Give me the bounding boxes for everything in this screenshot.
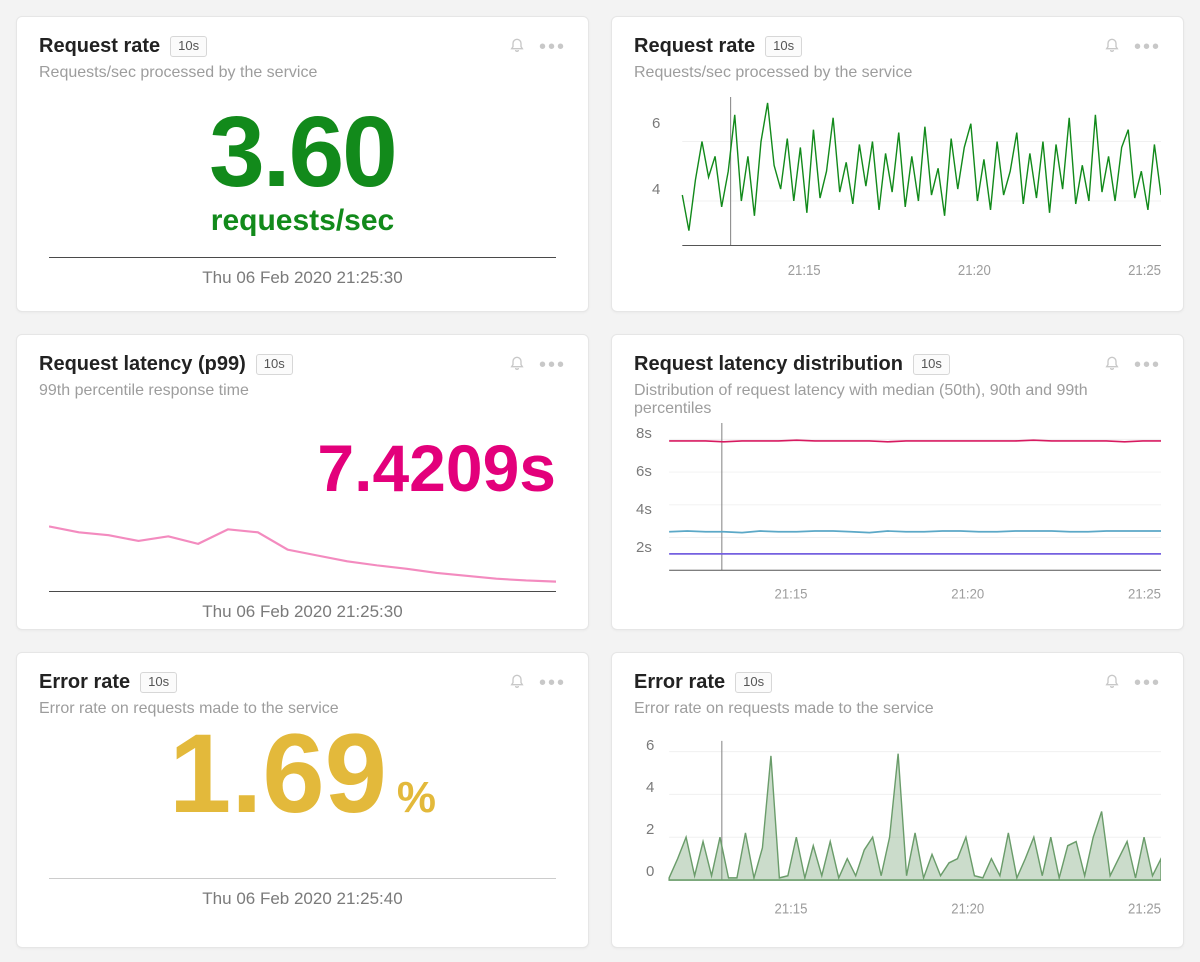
y-tick: 2 — [646, 821, 654, 838]
chart-area[interactable]: 6 4 2 0 21:15 21:20 21:25 — [634, 735, 1161, 931]
big-number: 3.60 — [209, 102, 396, 202]
svg-text:21:20: 21:20 — [951, 900, 984, 917]
svg-text:21:20: 21:20 — [951, 586, 984, 602]
svg-text:21:25: 21:25 — [1128, 261, 1161, 278]
chart-area[interactable]: 6 4 21:15 21:20 21:25 — [634, 97, 1161, 295]
bell-icon[interactable] — [1104, 671, 1120, 694]
y-tick: 4 — [646, 779, 654, 796]
y-tick: 0 — [646, 863, 654, 880]
panel-title: Request latency (p99) — [39, 353, 246, 376]
error-rate-area-chart: 21:15 21:20 21:25 — [634, 735, 1161, 931]
svg-text:21:15: 21:15 — [775, 586, 808, 602]
panel-subtitle: Requests/sec processed by the service — [39, 64, 566, 82]
panel-actions: ••• — [509, 671, 566, 694]
svg-text:21:15: 21:15 — [788, 261, 821, 278]
more-icon[interactable]: ••• — [1134, 37, 1161, 57]
interval-badge[interactable]: 10s — [170, 36, 207, 57]
y-tick: 6s — [636, 463, 652, 480]
interval-badge[interactable]: 10s — [140, 672, 177, 693]
panel-title: Request latency distribution — [634, 353, 903, 376]
timestamp: Thu 06 Feb 2020 21:25:30 — [49, 257, 556, 288]
panel-error-rate-value: Error rate 10s ••• Error rate on request… — [16, 652, 589, 948]
panel-subtitle: Error rate on requests made to the servi… — [634, 700, 1161, 718]
panel-header: Request rate 10s ••• — [39, 35, 566, 58]
panel-subtitle: Requests/sec processed by the service — [634, 64, 1161, 82]
bell-icon[interactable] — [509, 35, 525, 58]
interval-badge[interactable]: 10s — [913, 354, 950, 375]
panel-header: Request latency distribution 10s ••• — [634, 353, 1161, 376]
more-icon[interactable]: ••• — [539, 355, 566, 375]
panel-actions: ••• — [1104, 353, 1161, 376]
timestamp: Thu 06 Feb 2020 21:25:30 — [49, 592, 556, 622]
timestamp: Thu 06 Feb 2020 21:25:40 — [49, 878, 556, 909]
more-icon[interactable]: ••• — [1134, 355, 1161, 375]
more-icon[interactable]: ••• — [539, 37, 566, 57]
y-tick: 6 — [652, 115, 660, 132]
more-icon[interactable]: ••• — [539, 673, 566, 693]
panel-request-rate-value: Request rate 10s ••• Requests/sec proces… — [16, 16, 589, 312]
big-number: 7.4209s — [39, 430, 566, 506]
panel-actions: ••• — [1104, 35, 1161, 58]
y-tick: 2s — [636, 539, 652, 556]
panel-request-rate-chart: Request rate 10s ••• Requests/sec proces… — [611, 16, 1184, 312]
big-number: 1.69 — [169, 718, 387, 830]
panel-subtitle: 99th percentile response time — [39, 382, 566, 400]
dashboard-grid: Request rate 10s ••• Requests/sec proces… — [16, 16, 1184, 948]
panel-latency-p99-value: Request latency (p99) 10s ••• 99th perce… — [16, 334, 589, 630]
more-icon[interactable]: ••• — [1134, 673, 1161, 693]
panel-header: Error rate 10s ••• — [634, 671, 1161, 694]
bell-icon[interactable] — [509, 671, 525, 694]
interval-badge[interactable]: 10s — [735, 672, 772, 693]
big-number-label: requests/sec — [211, 204, 394, 238]
y-tick: 6 — [646, 737, 654, 754]
panel-actions: ••• — [509, 35, 566, 58]
panel-error-rate-chart: Error rate 10s ••• Error rate on request… — [611, 652, 1184, 948]
panel-title: Error rate — [634, 671, 725, 694]
interval-badge[interactable]: 10s — [765, 36, 802, 57]
panel-latency-distribution: Request latency distribution 10s ••• Dis… — [611, 334, 1184, 630]
svg-text:21:25: 21:25 — [1128, 586, 1161, 602]
panel-actions: ••• — [1104, 671, 1161, 694]
svg-text:21:25: 21:25 — [1128, 900, 1161, 917]
panel-header: Request latency (p99) 10s ••• — [39, 353, 566, 376]
bell-icon[interactable] — [509, 353, 525, 376]
chart-area[interactable]: 8s 6s 4s 2s 21:15 21:20 21:25 — [634, 423, 1161, 613]
panel-title: Request rate — [634, 35, 755, 58]
svg-text:21:20: 21:20 — [958, 261, 991, 278]
y-tick: 4s — [636, 501, 652, 518]
panel-header: Error rate 10s ••• — [39, 671, 566, 694]
panel-header: Request rate 10s ••• — [634, 35, 1161, 58]
latency-sparkline — [49, 520, 556, 592]
big-number-wrap: 3.60 requests/sec — [39, 82, 566, 257]
panel-subtitle: Distribution of request latency with med… — [634, 382, 1161, 418]
bell-icon[interactable] — [1104, 353, 1120, 376]
y-tick: 8s — [636, 425, 652, 442]
latency-distribution-chart: 21:15 21:20 21:25 — [634, 423, 1161, 613]
big-number-suffix: % — [397, 773, 436, 823]
bell-icon[interactable] — [1104, 35, 1120, 58]
big-number-wrap: 1.69 % — [39, 718, 566, 878]
interval-badge[interactable]: 10s — [256, 354, 293, 375]
panel-title: Request rate — [39, 35, 160, 58]
panel-title: Error rate — [39, 671, 130, 694]
y-tick: 4 — [652, 181, 660, 198]
svg-text:21:15: 21:15 — [775, 900, 808, 917]
panel-actions: ••• — [509, 353, 566, 376]
request-rate-line-chart: 21:15 21:20 21:25 — [634, 97, 1161, 295]
